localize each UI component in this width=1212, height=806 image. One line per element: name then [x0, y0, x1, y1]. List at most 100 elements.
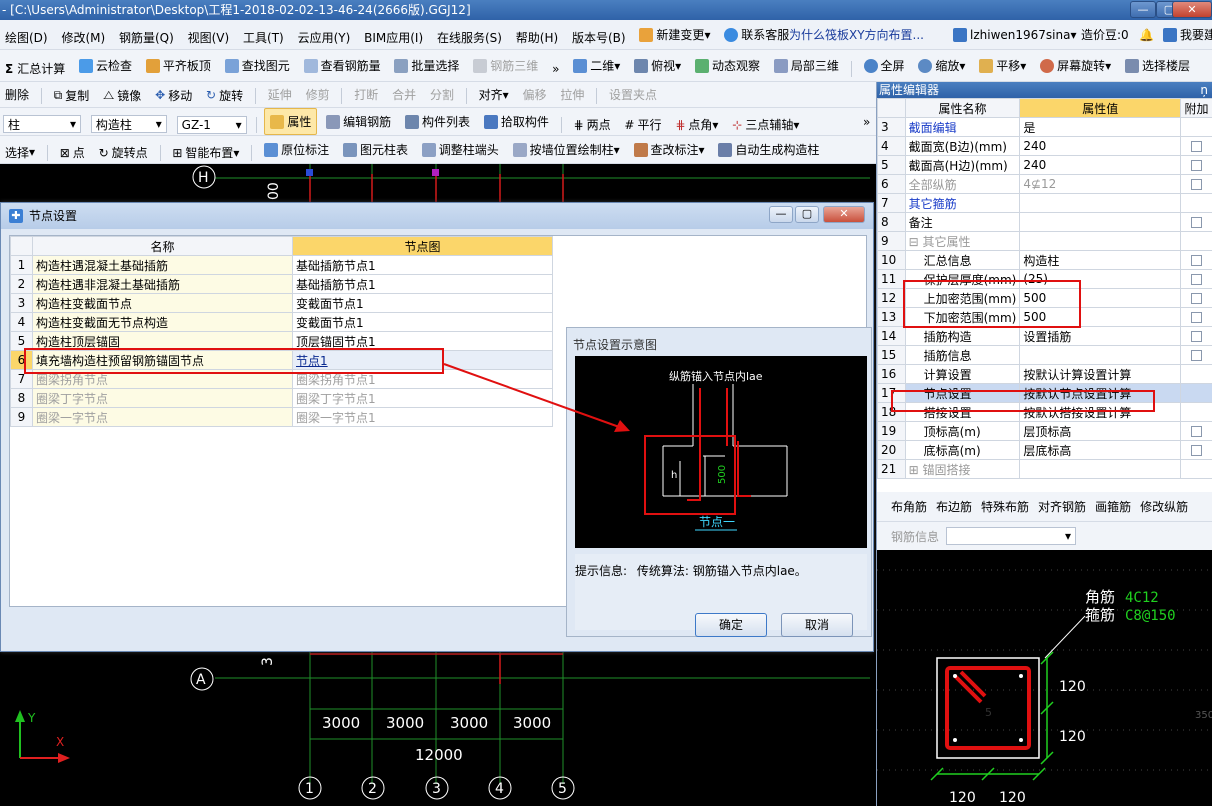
special-rebar-button[interactable]: 特殊布筋	[981, 498, 1029, 515]
property-value[interactable]: 设置插筋	[1019, 326, 1182, 346]
view-2d-button[interactable]: 二维 ▾	[568, 50, 625, 81]
rotate-button[interactable]: ↻ 旋转	[201, 83, 248, 108]
minimize-button[interactable]: —	[1130, 1, 1156, 18]
parallel-button[interactable]: # 平行	[619, 111, 666, 135]
extra-checkbox[interactable]	[1191, 217, 1203, 228]
property-extra[interactable]	[1180, 250, 1212, 270]
dialog-maximize-button[interactable]: ▢	[795, 206, 819, 223]
corner-rebar-button[interactable]: 布角筋	[891, 498, 927, 515]
property-extra[interactable]	[1180, 421, 1212, 441]
align-rebar-button[interactable]: 对齐钢筋	[1038, 498, 1086, 515]
close-window-button[interactable]: ✕	[1172, 1, 1212, 18]
modify-rebar-button[interactable]: 修改纵筋	[1140, 498, 1188, 515]
property-extra[interactable]	[1180, 288, 1212, 308]
extra-checkbox[interactable]	[1191, 141, 1203, 152]
offset-button[interactable]: 偏移	[518, 82, 552, 107]
question-link[interactable]: 为什么筏板XY方向布置...	[784, 20, 929, 49]
rebar-3d-button[interactable]: 钢筋三维	[468, 50, 543, 81]
grip-handle[interactable]	[306, 169, 313, 176]
stretch-button[interactable]: 拉伸	[555, 82, 589, 107]
toolbar3-overflow-icon[interactable]: »	[858, 108, 875, 135]
section-canvas[interactable]: 角筋 4C12 箍筋 C8@150 5 120 120 120 120 350	[876, 550, 1212, 806]
view-rebar-qty-button[interactable]: 查看钢筋量	[299, 50, 386, 81]
property-value[interactable]	[1019, 193, 1182, 213]
component-sub-select[interactable]: 构造柱 ▾	[90, 115, 167, 133]
property-value[interactable]: 240	[1019, 136, 1182, 156]
split-button[interactable]: 分割	[425, 82, 459, 107]
zoom-button[interactable]: 缩放 ▾	[913, 50, 970, 81]
property-row[interactable]: 5 截面高(H边)(mm) 240	[877, 155, 1212, 175]
cancel-button[interactable]: 取消	[781, 613, 853, 637]
property-row[interactable]: 10 汇总信息 构造柱	[877, 250, 1212, 270]
inplace-annotate-button[interactable]: 原位标注	[259, 136, 334, 163]
extra-checkbox[interactable]	[1191, 293, 1203, 304]
grip-handle[interactable]	[432, 169, 439, 176]
property-extra[interactable]	[1180, 155, 1212, 175]
delete-button[interactable]: 删除	[0, 82, 34, 107]
pin-icon[interactable]: ņ	[1200, 82, 1208, 98]
check-annotation-button[interactable]: 查改标注 ▾	[629, 136, 710, 163]
menu-tools[interactable]: 工具(T)	[238, 23, 289, 50]
sum-calc-button[interactable]: Σ 汇总计算	[0, 53, 70, 81]
align-slab-button[interactable]: 平齐板顶	[141, 50, 216, 81]
menu-bim[interactable]: BIM应用(I)	[359, 23, 428, 50]
property-row[interactable]: 21 ⊞ 锚固搭接	[877, 459, 1212, 479]
draw-stirrup-button[interactable]: 画箍筋	[1095, 498, 1131, 515]
property-row[interactable]: 8 备注	[877, 212, 1212, 232]
menu-view[interactable]: 视图(V)	[183, 23, 235, 50]
table-row[interactable]: 4 构造柱变截面无节点构造 变截面节点1	[10, 312, 553, 332]
property-row[interactable]: 3 截面编辑是	[877, 117, 1212, 137]
property-value[interactable]: 按默认计算设置计算	[1019, 364, 1182, 384]
find-element-button[interactable]: 查找图元	[220, 50, 295, 81]
orbit-button[interactable]: 动态观察	[690, 50, 765, 81]
top-view-button[interactable]: 俯视 ▾	[629, 50, 686, 81]
property-row[interactable]: 6 全部纵筋 4⊈12	[877, 174, 1212, 194]
fullscreen-button[interactable]: 全屏	[859, 50, 910, 81]
extra-checkbox[interactable]	[1191, 274, 1203, 285]
property-row[interactable]: 16 计算设置 按默认计算设置计算	[877, 364, 1212, 384]
property-value[interactable]: 层顶标高	[1019, 421, 1182, 441]
property-value[interactable]: 层底标高	[1019, 440, 1182, 460]
extra-checkbox[interactable]	[1191, 350, 1203, 361]
property-extra[interactable]	[1180, 440, 1212, 460]
extra-checkbox[interactable]	[1191, 255, 1203, 266]
property-extra[interactable]	[1180, 269, 1212, 289]
component-type-select[interactable]: 柱 ▾	[3, 115, 81, 133]
menu-modify[interactable]: 修改(M)	[56, 23, 110, 50]
property-extra[interactable]	[1180, 212, 1212, 232]
component-list-button[interactable]: 构件列表	[400, 108, 475, 135]
table-row[interactable]: 2 构造柱遇非混凝土基础插筋 基础插筋节点1	[10, 274, 553, 294]
merge-button[interactable]: 合并	[387, 82, 421, 107]
table-row[interactable]: 3 构造柱变截面节点 变截面节点1	[10, 293, 553, 313]
extra-checkbox[interactable]	[1191, 426, 1203, 437]
menu-draw[interactable]: 绘图(D)	[0, 23, 53, 50]
trim-button[interactable]: 修剪	[301, 82, 335, 107]
break-button[interactable]: 打断	[349, 82, 383, 107]
menu-help[interactable]: 帮助(H)	[511, 23, 563, 50]
rebar-info-select[interactable]: ▾	[946, 527, 1077, 545]
property-extra[interactable]	[1180, 326, 1212, 346]
extra-checkbox[interactable]	[1191, 179, 1203, 190]
property-extra[interactable]	[1180, 136, 1212, 156]
extra-checkbox[interactable]	[1191, 160, 1203, 171]
move-button[interactable]: ✥ 移动	[150, 83, 197, 108]
extend-button[interactable]: 延伸	[263, 82, 297, 107]
ok-button[interactable]: 确定	[695, 613, 767, 637]
extra-checkbox[interactable]	[1191, 331, 1203, 342]
cloud-check-button[interactable]: 云检查	[74, 50, 137, 81]
property-row[interactable]: 15 插筋信息	[877, 345, 1212, 365]
property-row[interactable]: 20 底标高(m) 层底标高	[877, 440, 1212, 460]
component-name-select[interactable]: GZ-1 ▾	[176, 115, 247, 134]
menu-online[interactable]: 在线服务(S)	[432, 23, 507, 50]
extra-checkbox[interactable]	[1191, 312, 1203, 323]
property-extra[interactable]	[1180, 174, 1212, 194]
screen-rotate-button[interactable]: 屏幕旋转 ▾	[1035, 50, 1116, 81]
column-table-button[interactable]: 图元柱表	[338, 136, 413, 163]
property-row[interactable]: 7 其它箍筋	[877, 193, 1212, 213]
menu-rebar-qty[interactable]: 钢筋量(Q)	[114, 23, 179, 50]
property-row[interactable]: 4 截面宽(B边)(mm) 240	[877, 136, 1212, 156]
set-grip-button[interactable]: 设置夹点	[604, 82, 662, 107]
select-button[interactable]: 选择 ▾	[0, 139, 40, 164]
local-3d-button[interactable]: 局部三维	[769, 50, 844, 81]
draw-by-wall-button[interactable]: 按墙位置绘制柱 ▾	[508, 136, 625, 163]
